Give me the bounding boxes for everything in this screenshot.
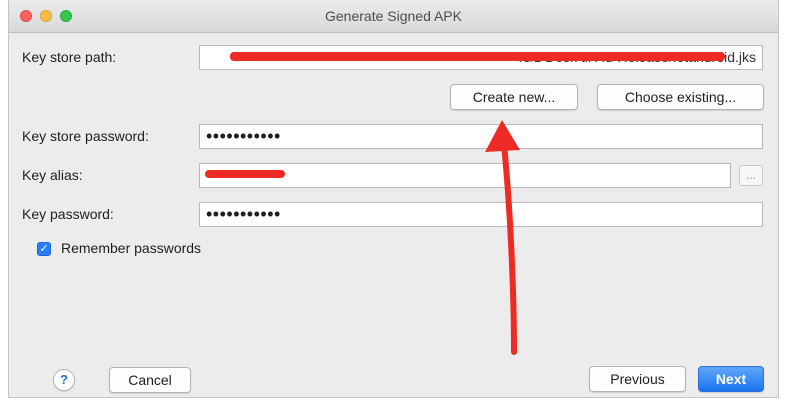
annotation-arrow <box>485 120 520 355</box>
annotation-arrow-shaft <box>500 132 517 355</box>
annotation-arrow-head <box>485 120 520 152</box>
